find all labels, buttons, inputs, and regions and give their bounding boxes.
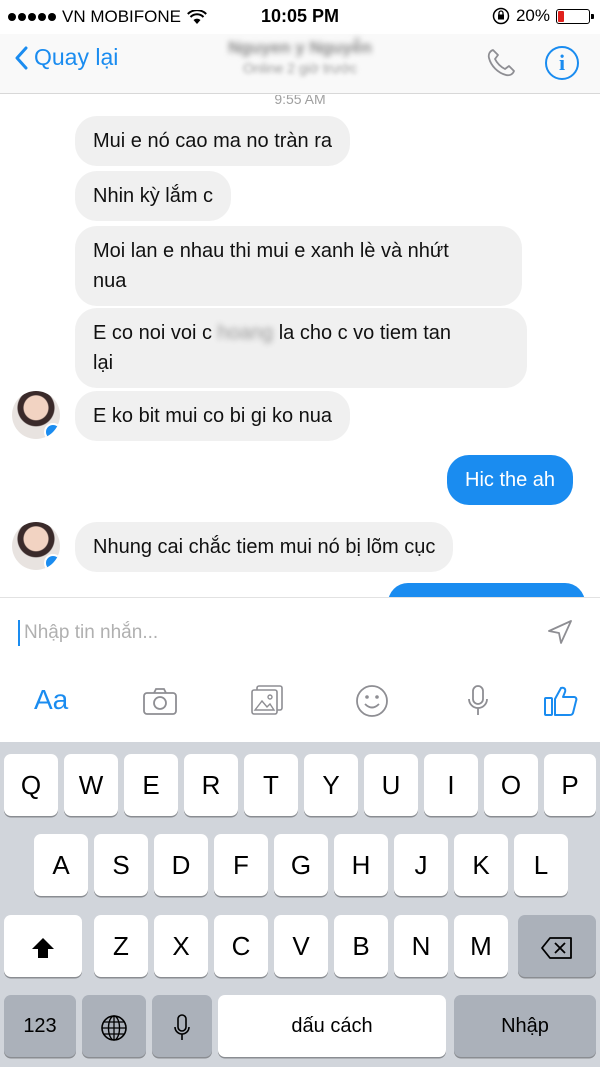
text-style-button[interactable]: Aa xyxy=(34,684,68,716)
emoji-icon[interactable] xyxy=(355,684,389,718)
text-cursor xyxy=(18,620,20,646)
message-bubble-incoming[interactable]: Nhung cai chắc tiem mui nó bị lõm cục xyxy=(75,522,454,572)
message-bubble-incoming[interactable]: E co noi voi c hoang la cho c vo tiem ta… xyxy=(75,308,527,388)
keyboard: Q W E R T Y U I O P A S D F G H J K L Z … xyxy=(0,742,600,1067)
chat-area[interactable]: 9:55 AM Mui e nó cao ma no tràn ra Nhin … xyxy=(0,95,600,597)
message-timestamp: 9:55 AM xyxy=(274,95,326,107)
key-d[interactable]: D xyxy=(154,834,208,896)
key-q[interactable]: Q xyxy=(4,754,58,816)
battery-icon xyxy=(556,8,594,24)
key-i[interactable]: I xyxy=(424,754,478,816)
key-p[interactable]: P xyxy=(544,754,596,816)
key-l[interactable]: L xyxy=(514,834,568,896)
key-r[interactable]: R xyxy=(184,754,238,816)
key-s[interactable]: S xyxy=(94,834,148,896)
info-button[interactable]: i xyxy=(545,46,579,80)
key-f[interactable]: F xyxy=(214,834,268,896)
message-bubble-outgoing[interactable]: Hic the ah xyxy=(447,455,574,505)
camera-icon[interactable] xyxy=(142,686,178,716)
orientation-lock-icon xyxy=(492,7,510,25)
key-m[interactable]: M xyxy=(454,915,508,977)
return-key[interactable]: Nhập xyxy=(454,995,596,1057)
key-j[interactable]: J xyxy=(394,834,448,896)
globe-key[interactable] xyxy=(82,995,146,1057)
message-text-line: nua xyxy=(93,270,127,292)
shift-key[interactable] xyxy=(4,915,82,977)
space-key[interactable]: dấu cách xyxy=(218,995,446,1057)
key-h[interactable]: H xyxy=(334,834,388,896)
key-b[interactable]: B xyxy=(334,915,388,977)
key-z[interactable]: Z xyxy=(94,915,148,977)
composer: Nhập tin nhắn... Aa xyxy=(0,597,600,742)
message-input[interactable]: Nhập tin nhắn... xyxy=(24,622,158,644)
composer-toolbar: Aa xyxy=(0,684,600,724)
message-bubble-outgoing-partial[interactable] xyxy=(388,583,585,597)
key-o[interactable]: O xyxy=(484,754,538,816)
numbers-key[interactable]: 123 xyxy=(4,995,76,1057)
message-bubble-incoming[interactable]: Nhin kỳ lắm c xyxy=(75,171,232,221)
battery-percent: 20% xyxy=(515,6,550,25)
delete-key[interactable] xyxy=(518,915,596,977)
phone-call-icon[interactable] xyxy=(484,46,518,80)
message-text-part: E co noi voi c xyxy=(93,322,212,344)
microphone-icon xyxy=(174,1014,190,1041)
message-bubble-incoming[interactable]: Mui e nó cao ma no tràn ra xyxy=(75,116,351,166)
battery-group: 20% xyxy=(492,6,594,26)
message-bubble-incoming[interactable]: E ko bit mui co bi gi ko nua xyxy=(75,391,351,441)
globe-icon xyxy=(101,1015,127,1041)
contact-avatar[interactable] xyxy=(12,522,60,570)
dictation-key[interactable] xyxy=(152,995,212,1057)
key-t[interactable]: T xyxy=(244,754,298,816)
key-e[interactable]: E xyxy=(124,754,178,816)
key-n[interactable]: N xyxy=(394,915,448,977)
key-w[interactable]: W xyxy=(64,754,118,816)
key-a[interactable]: A xyxy=(34,834,88,896)
gallery-icon[interactable] xyxy=(250,684,284,716)
contact-avatar[interactable] xyxy=(12,391,60,439)
key-g[interactable]: G xyxy=(274,834,328,896)
shift-arrow-icon xyxy=(32,938,54,959)
status-bar: VN MOBIFONE 10:05 PM 20% xyxy=(0,0,600,34)
key-c[interactable]: C xyxy=(214,915,268,977)
key-v[interactable]: V xyxy=(274,915,328,977)
message-bubble-incoming[interactable]: Moi lan e nhau thi mui e xanh lè và nhứt… xyxy=(75,226,522,306)
messenger-badge-icon xyxy=(44,423,60,439)
message-text-line: Moi lan e nhau thi mui e xanh lè và nhứt xyxy=(93,240,449,262)
key-y[interactable]: Y xyxy=(304,754,358,816)
key-u[interactable]: U xyxy=(364,754,418,816)
messenger-badge-icon xyxy=(44,554,60,570)
message-text-part: la cho c vo tiem tan xyxy=(278,322,452,344)
send-icon[interactable] xyxy=(546,618,574,646)
key-x[interactable]: X xyxy=(154,915,208,977)
microphone-icon[interactable] xyxy=(466,684,490,718)
nav-bar: Quay lại Nguyen y Nguyễn Online 2 giờ tr… xyxy=(0,34,600,94)
backspace-icon xyxy=(541,937,572,960)
blurred-name: hoang xyxy=(217,322,274,344)
message-text-line: lại xyxy=(93,352,114,374)
key-k[interactable]: K xyxy=(454,834,508,896)
thumbs-up-icon[interactable] xyxy=(543,684,579,718)
